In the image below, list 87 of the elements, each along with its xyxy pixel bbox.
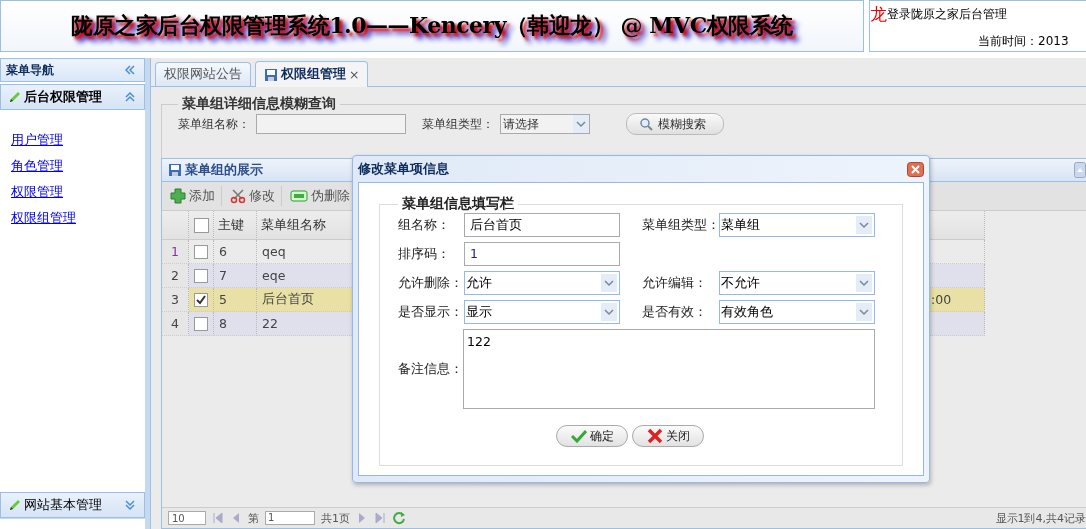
nav-link[interactable]: 权限管理 xyxy=(11,184,63,200)
panel-title: 菜单组的展示 xyxy=(185,161,263,179)
toolbar-button[interactable]: 伪删除 xyxy=(288,186,356,206)
field-label: 菜单组类型： xyxy=(422,115,494,133)
input-field[interactable]: 1 xyxy=(464,242,620,266)
nav-link[interactable]: 用户管理 xyxy=(11,132,63,148)
first-page-icon xyxy=(212,512,224,524)
field-label: 菜单组类型： xyxy=(642,216,719,234)
table-cell-text: 5 xyxy=(219,292,228,307)
close-icon[interactable]: × xyxy=(349,67,360,82)
column-header: 主键 xyxy=(214,211,257,240)
field-label: 是否有效： xyxy=(642,303,708,321)
sidebar-title: 菜单导航 xyxy=(6,61,54,79)
checkbox[interactable] xyxy=(193,217,209,233)
input-field[interactable] xyxy=(256,114,406,134)
table-cell: 8 xyxy=(219,316,227,331)
field-label: 允许编辑： xyxy=(642,274,708,292)
check-icon xyxy=(571,429,587,443)
table-cell: 7 xyxy=(219,268,227,283)
accordion-header[interactable]: 后台权限管理 xyxy=(0,84,145,110)
scissors-icon xyxy=(230,188,246,204)
confirm-button[interactable]: 确定 xyxy=(556,425,628,447)
panel-legend: 菜单组详细信息模糊查询 xyxy=(178,95,340,113)
column-header xyxy=(930,211,985,240)
tab[interactable]: 权限网站公告 xyxy=(155,62,251,86)
checkbox[interactable] xyxy=(194,292,208,307)
search-icon xyxy=(639,117,653,131)
toolbar-button[interactable]: 添加 xyxy=(168,186,222,206)
table-row[interactable]: 22 xyxy=(257,312,354,336)
plus-icon xyxy=(170,188,186,204)
select-field[interactable]: 允许 xyxy=(464,271,620,295)
row-number: 3 xyxy=(162,288,189,312)
refresh-icon xyxy=(392,511,406,525)
checkbox[interactable] xyxy=(194,316,208,331)
pencil-icon xyxy=(8,498,22,512)
field-label: 备注信息： xyxy=(398,360,463,378)
select-field[interactable]: 有效角色 xyxy=(719,300,875,324)
panel-legend: 菜单组信息填写栏 xyxy=(398,195,518,213)
last-page-icon xyxy=(374,512,386,524)
pager-label: 第 xyxy=(248,510,259,526)
close-icon[interactable] xyxy=(907,161,924,177)
table-cell xyxy=(930,312,985,336)
search-button[interactable]: 模糊搜索 xyxy=(626,113,724,135)
select-field[interactable]: 显示 xyxy=(464,300,620,324)
pager-summary: 显示1到4,共4记录 xyxy=(995,510,1086,526)
toolbar-button[interactable]: 修改 xyxy=(228,186,282,206)
marquee-text: 龙 xyxy=(870,5,887,23)
accordion-header[interactable]: 网站基本管理 xyxy=(0,492,145,518)
check-mark-icon xyxy=(196,294,206,305)
remark-textarea[interactable]: 122 xyxy=(463,329,875,409)
select-field[interactable]: 菜单组 xyxy=(719,213,875,237)
nav-link[interactable]: 角色管理 xyxy=(11,158,63,174)
table-row[interactable]: eqe xyxy=(257,264,354,288)
nav-link[interactable]: 权限组管理 xyxy=(11,210,76,226)
input-field[interactable]: 后台首页 xyxy=(464,213,620,237)
row-number: 1 xyxy=(162,240,189,264)
current-time: 当前时间：2013 xyxy=(978,33,1070,50)
field-label: 是否显示： xyxy=(398,303,464,321)
table-cell: :00 xyxy=(930,288,985,312)
tab[interactable]: 权限组管理 × xyxy=(255,61,369,87)
field-label: 允许删除： xyxy=(398,274,464,292)
row-number: 2 xyxy=(162,264,189,288)
pencil-icon xyxy=(8,90,22,104)
page-input[interactable]: 1 xyxy=(265,511,315,525)
page-size-select[interactable]: 10 xyxy=(168,511,206,525)
double-chevron-icon xyxy=(124,64,136,76)
field-label: 菜单组名称： xyxy=(178,115,250,133)
dialog-title: 修改菜单项信息 xyxy=(358,160,449,178)
minus-icon xyxy=(290,190,308,202)
cross-icon xyxy=(647,428,663,444)
close-button[interactable]: 关闭 xyxy=(632,425,704,447)
select-field[interactable]: 不允许 xyxy=(719,271,875,295)
double-chevron-icon xyxy=(124,499,136,511)
app-title: 陇原之家后台权限管理系统1.0——Kencery（韩迎龙） @ MVC权限系统 xyxy=(71,11,793,40)
checkbox[interactable] xyxy=(194,244,208,259)
login-text: 登录陇原之家后台管理 xyxy=(887,7,1007,21)
select-field[interactable]: 请选择 xyxy=(500,114,590,134)
collapse-icon xyxy=(1074,162,1086,178)
table-row[interactable]: 后台首页 xyxy=(257,288,354,312)
table-cell: 6 xyxy=(219,244,227,259)
checkbox[interactable] xyxy=(194,268,208,283)
pager-label: 共1页 xyxy=(321,510,350,526)
double-chevron-icon xyxy=(124,91,136,103)
field-label: 组名称： xyxy=(398,216,451,234)
table-cell xyxy=(930,264,985,288)
row-number: 4 xyxy=(162,312,189,336)
field-label: 排序码： xyxy=(398,245,451,263)
